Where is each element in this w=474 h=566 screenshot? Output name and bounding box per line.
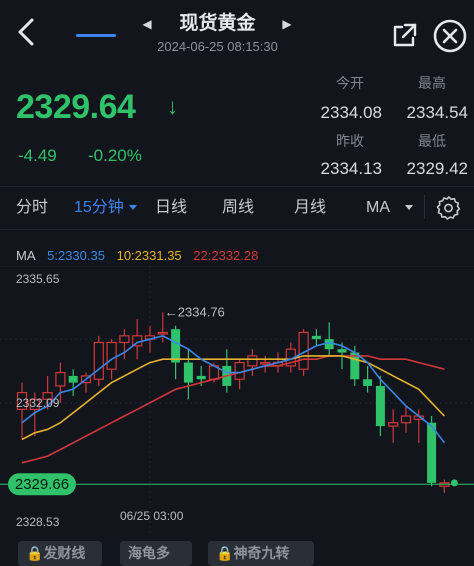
- candle-down: [375, 385, 385, 427]
- y-axis-mid-label: 2332.09: [16, 396, 60, 410]
- chevron-right-icon[interactable]: ▶: [280, 14, 294, 34]
- low-label: 最低: [418, 133, 446, 149]
- price-down-arrow-icon: ↓: [167, 94, 178, 119]
- current-price: 2329.64: [16, 88, 136, 126]
- candle-down: [324, 339, 334, 350]
- candle-up: [119, 335, 130, 344]
- candle-down: [427, 422, 437, 483]
- candle-down: [311, 335, 321, 340]
- price-change: -4.49: [18, 146, 57, 165]
- gear-icon[interactable]: [436, 195, 462, 221]
- y-axis-top-label: 2335.65: [16, 272, 60, 286]
- lock-icon: 🔒: [216, 545, 234, 561]
- ma10-value: 10:2331.35: [116, 248, 182, 263]
- open-label: 今开: [336, 75, 364, 91]
- y-axis-bottom-label: 2328.53: [16, 515, 60, 529]
- high-label: 最高: [418, 75, 446, 91]
- candle-up: [388, 422, 399, 427]
- ma22-value: 22:2332.28: [193, 248, 259, 263]
- shen-qi-jiu-zhuan-button[interactable]: 🔒神奇九转: [208, 541, 314, 566]
- tab-monthly[interactable]: 月线: [294, 197, 326, 219]
- candle-up: [93, 341, 104, 380]
- lock-icon: 🔒: [26, 545, 44, 561]
- tab-divider: [424, 195, 425, 219]
- candle-down: [183, 362, 193, 383]
- candle-down: [196, 375, 206, 380]
- candle-up: [260, 361, 271, 365]
- candle-up: [106, 341, 117, 370]
- candle-up: [157, 331, 168, 335]
- candle-down: [171, 329, 181, 363]
- page-title: 现货黄金: [179, 13, 256, 34]
- dropdown-caret-icon: [405, 205, 413, 210]
- candle-down: [68, 375, 78, 383]
- ma-legend: MA 5:2330.35 10:2331.35 22:2332.28: [16, 248, 266, 264]
- header-bar: ◀ 现货黄金 ▶ 2024-06-25 08:15:30: [0, 0, 474, 64]
- tab-indicator-ma[interactable]: MA: [366, 197, 390, 219]
- candles: [16, 312, 450, 493]
- active-tab-indicator: [76, 34, 116, 37]
- current-price-tag-label: 2329.66: [15, 476, 69, 493]
- ma5-value: 5:2330.35: [47, 248, 105, 263]
- high-value: 2334.54: [406, 103, 468, 122]
- x-axis-time-label: 06/25 03:00: [120, 509, 184, 523]
- quote-timestamp: 2024-06-25 08:15:30: [157, 39, 278, 54]
- tab-weekly[interactable]: 周线: [222, 197, 254, 219]
- price-change-percent: -0.20%: [88, 146, 142, 165]
- close-icon[interactable]: [432, 18, 468, 54]
- candlestick-chart[interactable]: 2329.66 2335.65 2332.09 2328.53 06/25 03…: [0, 266, 474, 534]
- candle-down: [363, 379, 373, 386]
- candle-up: [55, 371, 66, 387]
- candle-up: [400, 415, 412, 424]
- candle-up: [234, 361, 245, 380]
- tab-15min[interactable]: 15分钟: [74, 197, 124, 219]
- tab-intraday[interactable]: 分时: [16, 197, 48, 219]
- period-tabs: 分时 15分钟 日线 周线 月线 MA: [0, 186, 474, 230]
- prev-close-label: 昨收: [336, 133, 364, 149]
- candle-down: [337, 349, 347, 353]
- ma-legend-label: MA: [16, 248, 36, 263]
- chevron-left-icon[interactable]: ◀: [140, 14, 154, 34]
- candle-up: [247, 355, 258, 367]
- prev-close-value: 2334.13: [320, 159, 382, 178]
- tab-daily[interactable]: 日线: [155, 197, 187, 219]
- max-price-marker: ←2334.76: [165, 304, 225, 319]
- dropdown-caret-icon: [129, 205, 137, 210]
- last-price-dot: [450, 479, 458, 487]
- back-arrow-icon[interactable]: [10, 14, 46, 50]
- hai-gui-duo-button[interactable]: 海龟多: [120, 541, 192, 566]
- low-value: 2329.42: [406, 159, 468, 178]
- open-value: 2334.08: [320, 103, 382, 122]
- share-icon[interactable]: [392, 22, 418, 48]
- fa-cai-xian-button[interactable]: 🔒发财线: [18, 541, 102, 566]
